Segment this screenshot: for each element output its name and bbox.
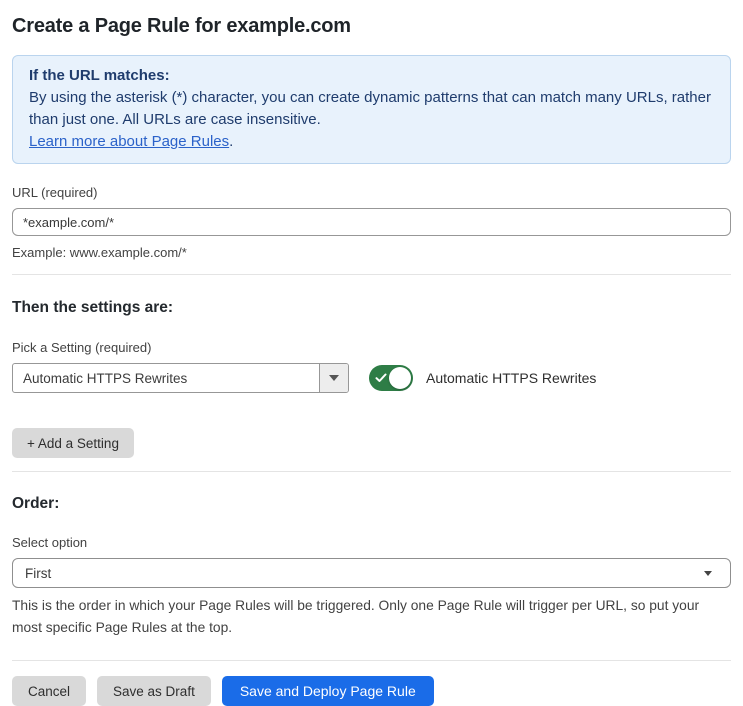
order-select[interactable]: First bbox=[12, 558, 731, 588]
url-field-label: URL (required) bbox=[12, 185, 98, 200]
cancel-button[interactable]: Cancel bbox=[12, 676, 87, 706]
link-suffix: . bbox=[229, 133, 234, 150]
order-select-value: First bbox=[25, 565, 52, 581]
order-section-heading: Order: bbox=[12, 495, 60, 512]
toggle-knob bbox=[389, 367, 411, 389]
https-rewrites-toggle[interactable] bbox=[369, 365, 413, 391]
url-matches-info-box: If the URL matches: By using the asteris… bbox=[12, 55, 731, 164]
divider bbox=[12, 471, 731, 472]
setting-picker-row: Automatic HTTPS Rewrites Automatic HTTPS… bbox=[12, 363, 731, 393]
pick-setting-label: Pick a Setting (required) bbox=[12, 340, 152, 355]
footer-actions: Cancel Save as Draft Save and Deploy Pag… bbox=[12, 676, 731, 706]
settings-section-heading: Then the settings are: bbox=[12, 299, 174, 316]
info-box-link-line: Learn more about Page Rules. bbox=[29, 131, 714, 153]
toggle-label: Automatic HTTPS Rewrites bbox=[426, 370, 597, 386]
page-title: Create a Page Rule for example.com bbox=[12, 15, 351, 37]
divider bbox=[12, 274, 731, 275]
chevron-down-icon bbox=[704, 570, 712, 576]
url-example-helper: Example: www.example.com/* bbox=[12, 245, 187, 260]
setting-select-value: Automatic HTTPS Rewrites bbox=[23, 370, 188, 386]
url-input[interactable] bbox=[12, 208, 731, 236]
save-and-deploy-button[interactable]: Save and Deploy Page Rule bbox=[221, 676, 434, 706]
info-box-heading: If the URL matches: bbox=[29, 67, 170, 84]
chevron-down-icon bbox=[329, 375, 339, 381]
add-setting-button[interactable]: + Add a Setting bbox=[12, 428, 134, 458]
setting-select-arrow-button[interactable] bbox=[319, 364, 348, 392]
save-as-draft-button[interactable]: Save as Draft bbox=[97, 676, 211, 706]
page-rule-form: Create a Page Rule for example.com If th… bbox=[0, 14, 743, 706]
check-icon bbox=[375, 373, 387, 382]
info-box-body: By using the asterisk (*) character, you… bbox=[29, 89, 711, 128]
setting-select[interactable]: Automatic HTTPS Rewrites bbox=[12, 363, 349, 393]
order-description: This is the order in which your Page Rul… bbox=[12, 598, 700, 635]
divider bbox=[12, 660, 731, 661]
learn-more-link[interactable]: Learn more about Page Rules bbox=[29, 133, 229, 150]
order-select-label: Select option bbox=[12, 535, 88, 550]
